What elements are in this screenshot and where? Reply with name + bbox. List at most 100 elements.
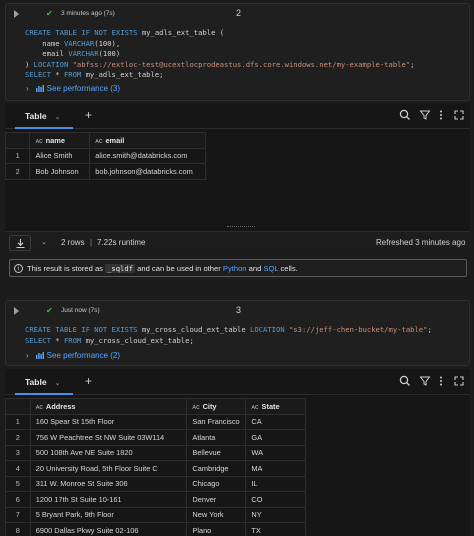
table-cell[interactable]: WA [245,444,306,461]
code-text: email [25,49,69,58]
chevron-down-icon[interactable]: ⌄ [55,380,61,387]
code-keyword: LOCATION [33,59,73,69]
code-line: name VARCHAR(100), [25,39,414,50]
code-line: SELECT * FROM my_cross_cloud_ext_table; [25,336,432,347]
cell-header: ✔ Just now (7s) 3 [6,301,469,321]
search-icon[interactable] [399,109,411,121]
string-type-icon: Ac [35,137,43,145]
table-cell[interactable]: New York [186,506,247,523]
info-suffix: cells. [278,264,298,273]
table-cell[interactable]: TX [245,522,306,536]
chevron-right-icon: › [26,351,29,360]
table-cell[interactable]: 5 Bryant Park, 9th Floor [29,506,188,523]
runtime: 7.22s runtime [97,238,146,247]
more-options-icon[interactable] [435,375,447,387]
python-link[interactable]: Python [223,264,247,273]
table-cell[interactable]: Atlanta [186,429,247,446]
sql-code-editor[interactable]: CREATE TABLE IF NOT EXISTS my_adls_ext_t… [25,28,414,81]
table-cell[interactable]: Plano [186,522,247,536]
filter-icon[interactable] [419,375,431,387]
column-header-state[interactable]: Ac State [245,398,306,415]
table-cell[interactable]: Denver [186,491,247,508]
sql-link[interactable]: SQL [263,264,278,273]
see-performance-label: See performance (3) [46,84,121,93]
table-cell[interactable]: 20 University Road, 5th Floor Suite C [29,460,188,477]
see-performance-link[interactable]: › See performance (3) [26,84,120,93]
column-header-email[interactable]: Ac email [89,132,206,149]
table-cell[interactable]: bob.johnson@databricks.com [89,163,206,180]
download-button[interactable] [9,235,31,251]
table-cell[interactable]: Alice Smith [29,147,91,164]
results-toolbar: Table ⌄ + [5,103,470,129]
expand-icon[interactable] [453,109,465,121]
table-cell[interactable]: 756 W Peachtree St NW Suite 03W114 [29,429,188,446]
sql-code-editor[interactable]: CREATE TABLE IF NOT EXISTS my_cross_clou… [25,325,432,346]
cell-status: Just now (7s) [61,307,100,314]
chevron-down-icon[interactable]: ⌄ [55,114,61,121]
download-options-chevron-icon[interactable]: ⌄ [35,235,53,251]
code-keyword: SELECT [25,70,56,79]
row-index: 3 [5,444,31,461]
code-text: ; [427,325,432,334]
table-cell[interactable]: Bellevue [186,444,247,461]
see-performance-link[interactable]: › See performance (2) [26,351,120,360]
tab-table[interactable]: Table ⌄ [15,103,73,129]
run-cell-icon[interactable] [14,10,19,18]
code-text: my_adls_ext_table ( [141,28,225,37]
code-keyword: FROM [63,335,86,345]
column-header-label: State [261,401,280,411]
column-header-city[interactable]: Ac City [186,398,247,415]
filter-icon[interactable] [419,109,431,121]
row-count: 2 rows [61,238,85,247]
string-type-icon: Ac [35,403,43,411]
table-row: 3 500 108th Ave NE Suite 1820 Bellevue WA [5,444,306,461]
table-cell[interactable]: CO [245,491,306,508]
info-and: and [246,264,264,273]
column-header-address[interactable]: Ac Address [29,398,188,415]
table-cell[interactable]: Cambridge [186,460,247,477]
add-visualization-button[interactable]: + [85,108,92,122]
table-cell[interactable]: GA [245,429,306,446]
table-cell[interactable]: 160 Spear St 15th Floor [29,413,188,430]
code-text: * [55,335,64,345]
tab-table[interactable]: Table ⌄ [15,369,73,395]
table-cell[interactable]: 500 108th Ave NE Suite 1820 [29,444,188,461]
table-cell[interactable]: IL [245,475,306,492]
row-index: 6 [5,491,31,508]
run-cell-icon[interactable] [14,307,19,315]
search-icon[interactable] [399,375,411,387]
table-row: 1 Alice Smith alice.smith@databricks.com [4,147,206,164]
results-table: Ac name Ac email 1 Alice Smith alice.smith… [4,132,206,180]
chevron-right-icon: › [26,84,29,93]
code-keyword: LOCATION [250,325,289,334]
table-cell[interactable]: Chicago [186,475,247,492]
string-type-icon: Ac [251,403,259,411]
info-middle: and can be used in other [135,264,223,273]
table-cell[interactable]: alice.smith@databricks.com [89,147,206,164]
expand-icon[interactable] [453,375,465,387]
table-cell[interactable]: NY [245,506,306,523]
success-check-icon: ✔ [46,306,53,315]
table-row: 75 Bryant Park, 9th Floor New York NY [5,506,306,523]
notebook-cell-3: ✔ Just now (7s) 3 CREATE TABLE IF NOT EX… [5,300,470,366]
tab-table-label: Table [25,111,47,121]
row-index-header [4,132,31,149]
code-text: my_adls_ext_table; [85,70,164,79]
table-cell[interactable]: 6900 Dallas Pkwy Suite 02-106 [29,522,188,536]
table-cell[interactable]: MA [245,460,306,477]
cell-number: 3 [236,305,242,315]
table-cell[interactable]: 311 W. Monroe St Suite 306 [29,475,188,492]
more-options-icon[interactable] [435,109,447,121]
table-cell[interactable]: San Francisco [186,413,247,430]
table-row: 1 160 Spear St 15th Floor San Francisco CA [5,413,306,430]
table-cell[interactable]: CA [245,413,306,430]
download-icon [16,239,25,249]
resize-handle[interactable] [227,226,255,229]
add-visualization-button[interactable]: + [85,374,92,388]
string-type-icon: Ac [95,137,103,145]
code-string: "s3://jeff-chen-bucket/my-table" [288,325,428,334]
column-header-name[interactable]: Ac name [29,132,91,149]
table-cell[interactable]: 1200 17th St Suite 10-161 [29,491,188,508]
code-line: SELECT * FROM my_adls_ext_table; [25,70,414,81]
table-cell[interactable]: Bob Johnson [29,163,91,180]
